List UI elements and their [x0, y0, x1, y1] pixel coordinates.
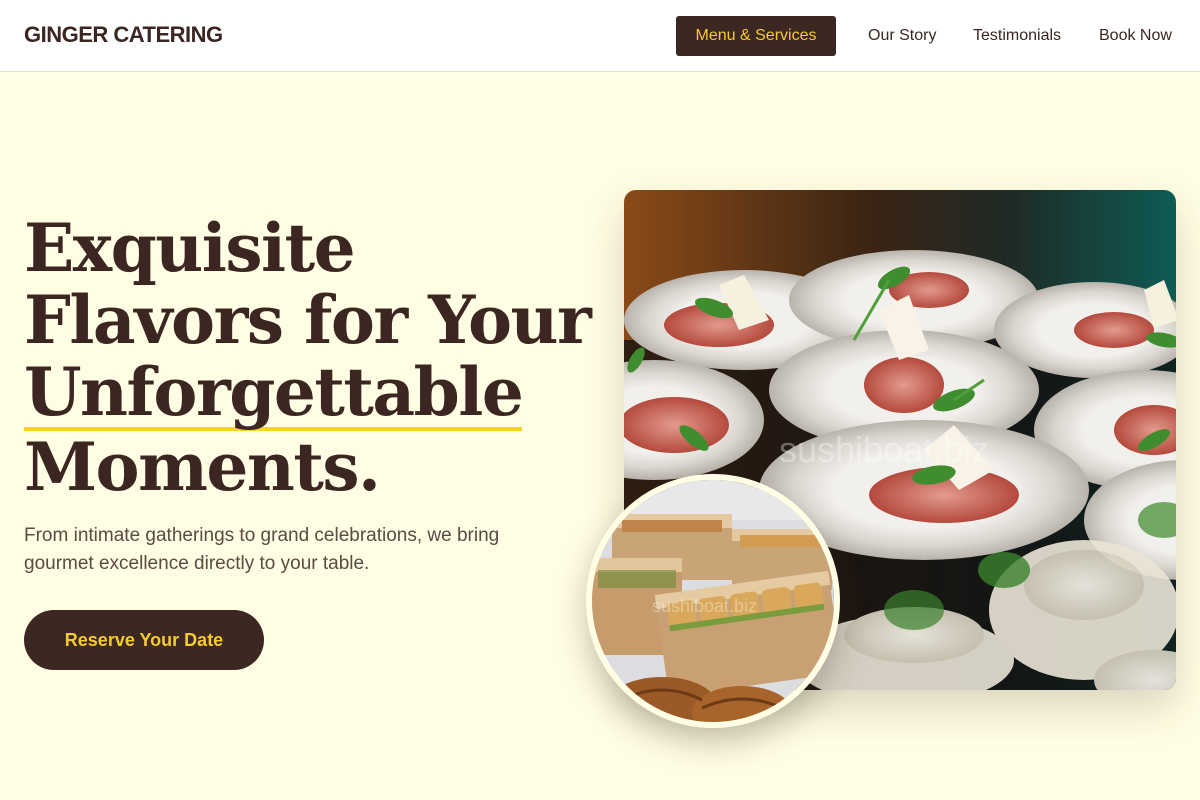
- nav-book-now[interactable]: Book Now: [1099, 16, 1172, 56]
- headline-line-1: Exquisite: [24, 209, 356, 287]
- hero-headline: Exquisite Flavors for Your Unforgettable…: [24, 209, 592, 506]
- headline-line-2: Flavors for Your: [24, 281, 592, 359]
- nav-menu-services[interactable]: Menu & Services: [676, 16, 836, 56]
- headline-line-3-underlined: Unforgettable: [24, 353, 524, 431]
- main-image-watermark: sushiboat.biz: [779, 429, 989, 470]
- site-header: GINGER CATERING Menu & Services Our Stor…: [0, 0, 1200, 72]
- headline-line-4: Moments.: [24, 428, 381, 506]
- round-image-watermark: sushiboat.biz: [652, 596, 757, 616]
- boxed-sandwiches-image: sushiboat.biz: [586, 474, 840, 728]
- brand-logo[interactable]: GINGER CATERING: [24, 22, 223, 48]
- nav-our-story[interactable]: Our Story: [868, 16, 936, 56]
- nav-testimonials[interactable]: Testimonials: [973, 16, 1061, 56]
- reserve-date-button[interactable]: Reserve Your Date: [24, 610, 264, 670]
- hero-subtext: From intimate gatherings to grand celebr…: [24, 525, 500, 574]
